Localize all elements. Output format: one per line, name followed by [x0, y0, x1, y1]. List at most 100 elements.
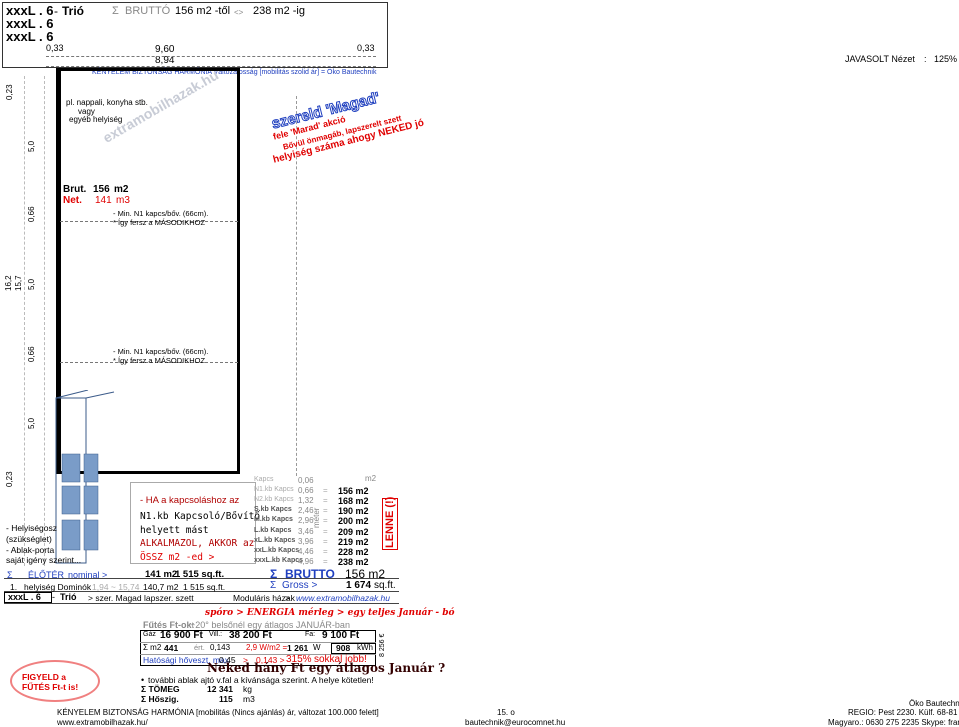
footer-site[interactable]: www.extramobilhazak.hu/: [57, 718, 148, 727]
dim-line: [46, 56, 376, 57]
szer-text: > szer. Magad lapszer. szett: [88, 593, 194, 603]
sigma-symbol: Σ: [112, 5, 119, 17]
kapcs-row-name: L.kb Kapcs: [254, 526, 292, 534]
net-label: Net.: [63, 195, 82, 206]
tomeg-label: Σ TÖMEG: [141, 684, 180, 694]
energy-title: spóro > ENERGIA mérleg > egy teljes Janu…: [205, 608, 455, 618]
zoom-level[interactable]: 125%: [934, 54, 957, 64]
fa-value: 9 100 Ft: [322, 630, 360, 641]
footer-contact: Magyaro.: 0630 275 2235 Skype: fransis69: [828, 718, 959, 727]
net-value: 141: [95, 195, 112, 206]
kwh-value: 908: [336, 643, 351, 653]
brutto-sum-value: 156 m2: [345, 567, 386, 581]
range-arrows: <>: [234, 8, 244, 17]
left-note-3: - Ablak-porta: [6, 545, 55, 555]
gross-sigma: Σ: [270, 580, 277, 591]
kapcs-row-name: Kapcs: [254, 476, 274, 483]
dim-line-left-2: [44, 76, 45, 566]
modularis-arrow: >: [285, 593, 290, 603]
gaz-label: Gáz: [143, 631, 156, 638]
view-colon: :: [924, 54, 927, 64]
brut-label: Brut.: [63, 184, 87, 195]
footer-region: REGIO: Pest 2230. Külf. 68-81 hrsz: [848, 708, 959, 717]
kapcs-row-value: 4,46: [298, 546, 314, 556]
connect-line-2: N1.kb Kapcsoló/Bővítő: [140, 511, 261, 522]
kapcs-row-value: 4,96: [298, 556, 314, 566]
connect-line-3: helyett mást: [140, 525, 209, 536]
helyiseg-m2: 140,7 m2: [143, 582, 179, 592]
range-to: 238 m2 -ig: [253, 5, 305, 17]
range-from: 156 m2 -től: [175, 5, 231, 17]
kapcs-row-value: 0,66: [298, 486, 314, 496]
m2-value: 441: [164, 643, 179, 653]
brut-value: 156: [93, 184, 110, 195]
gross-unit: sq.ft.: [374, 580, 396, 591]
vill-label: Vill.:: [209, 631, 223, 638]
dim-157: 15,7: [14, 275, 23, 291]
eloter-m2: 141 m2: [145, 569, 178, 580]
vill-value: 38 200 Ft: [229, 630, 272, 641]
kapcs-row-value: 2,46: [298, 506, 314, 516]
min-note-a1: - Min. N1 kapcs/bőv. (66cm).: [113, 209, 209, 218]
kapcs-row-area: 209 m2: [338, 526, 369, 537]
watt-value: 1 261: [287, 643, 309, 653]
kapcs-unit-header: m2: [365, 474, 377, 483]
eloter-label: ÉLŐTÉR: [28, 570, 65, 580]
model-name-2: Trió: [60, 592, 77, 602]
brut-unit: m2: [114, 184, 129, 195]
net-unit: m3: [116, 195, 130, 206]
dim-066-2: 0,66: [27, 346, 36, 362]
gross-label: Gross >: [282, 580, 318, 591]
min-note-b1: - Min. N1 kapcs/bőv. (66cm).: [113, 347, 209, 356]
right-margin-dim: 0,33: [357, 43, 375, 53]
watt-unit: W: [313, 643, 321, 652]
dim-162: 16,2: [4, 275, 13, 291]
kapcs-row-sign: =: [323, 526, 328, 536]
kapcs-row-sign: =: [323, 486, 328, 496]
site-link[interactable]: www.extramobilhazak.hu: [296, 593, 390, 603]
fa-label: Fa:: [305, 631, 316, 638]
kapcs-row-name: N2.kb Kapcs: [254, 496, 294, 504]
kapcs-row-area: 219 m2: [338, 536, 369, 547]
kapcs-row-area: 190 m2: [338, 506, 369, 517]
footer-tagline: KÉNYELEM BIZTONSÁG HARMÓNIA [mobilitás (…: [57, 708, 379, 717]
helyiseg-num: 1.: [10, 582, 18, 592]
kapcs-row-name: xxL.kb Kapcs: [254, 546, 300, 554]
kapcs-row-area: 156 m2: [338, 486, 369, 497]
footer-email[interactable]: bautechnik@eurocomnet.hu: [465, 718, 565, 727]
left-margin-dim: 0,33: [46, 43, 64, 53]
kapcs-row-area: 238 m2: [338, 556, 369, 567]
kwh-unit: kWh: [357, 643, 373, 652]
footer-company: Öko Bautechnik: [909, 699, 959, 708]
min-note-b2: * Így fersz a MÁSODIKHOZ: [113, 356, 206, 365]
dim-5-2: 5,0: [27, 278, 36, 290]
radiator-stairs-illustration: [55, 390, 115, 564]
dim-5-1: 5,0: [27, 140, 36, 152]
left-note-1: - Helyiségosz: [6, 523, 58, 533]
neked-extra: további ablak ajtó v.fal a kívánsága sze…: [148, 675, 374, 685]
view-label: JAVASOLT Nézet: [845, 54, 915, 64]
kapcs-row-name: N1.kb Kapcs: [254, 486, 294, 494]
dim-5-3: 5,0: [27, 417, 36, 429]
gross-value: 1 674: [346, 580, 372, 591]
eloter-sigma: Σ: [7, 570, 13, 580]
connect-line-1: - HA a kapcsoláshoz az: [140, 495, 240, 506]
kapcs-row-area: 200 m2: [338, 516, 369, 527]
eloter-nominal: nominal >: [68, 570, 108, 580]
eloter-sqft: 1 515 sq.ft.: [175, 569, 225, 580]
kapcs-row-value: 2,96: [298, 516, 314, 526]
kapcs-row-value: 3,96: [298, 536, 314, 546]
room-note-1: pl. nappali, konyha stb.: [66, 98, 148, 107]
left-note-4: saját igény szerint...: [6, 555, 82, 565]
futes-label: Fűtés Ft-ok:: [143, 620, 195, 630]
kapcs-row-name: M.kb Kapcs: [254, 516, 293, 524]
dim-023-bottom: 0,23: [5, 471, 14, 487]
tomeg-value: 12 341: [207, 684, 233, 694]
brutto-label: BRUTTÓ: [125, 5, 171, 17]
dim-023-top: 0,23: [5, 84, 14, 100]
helyiseg-sqft: 1 515 sq.ft.: [183, 582, 226, 592]
model-name: Trió: [62, 4, 85, 18]
ert-label: ért.: [194, 643, 205, 652]
left-note-2: (szükséglet): [6, 534, 52, 544]
kapcs-row-sign: =: [323, 516, 328, 526]
